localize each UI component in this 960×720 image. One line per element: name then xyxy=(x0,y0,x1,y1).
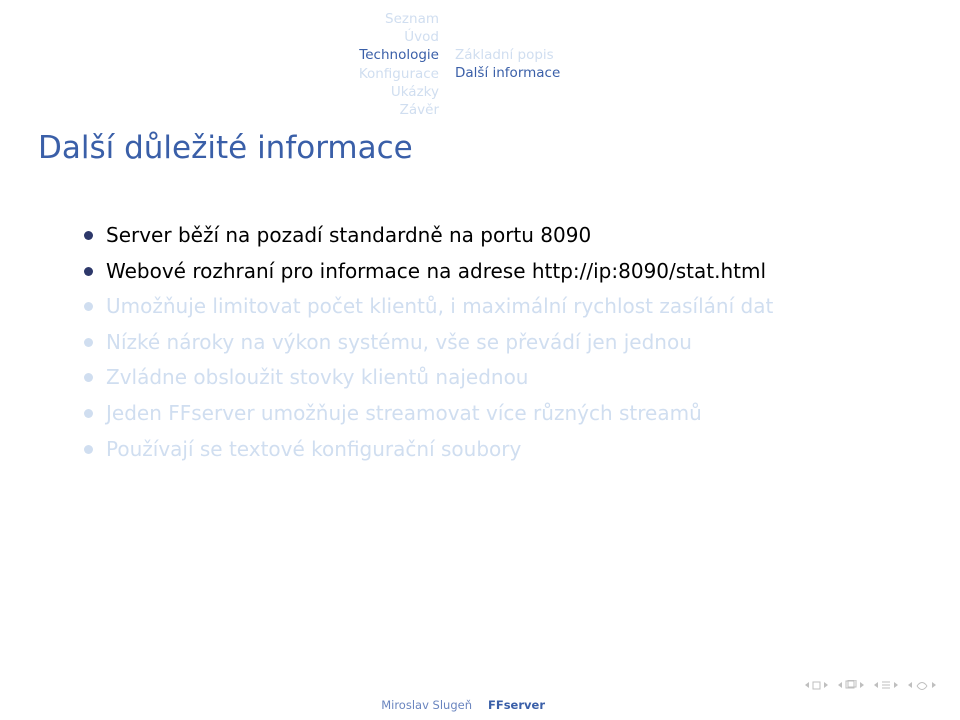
slide-nav-controls xyxy=(805,680,936,690)
nav-sections: Seznam Úvod Technologie Konfigurace Ukáz… xyxy=(0,10,960,130)
nav-prev-subsection-button[interactable] xyxy=(838,680,864,690)
bullet-text: Webové rozhraní pro informace na adrese … xyxy=(106,259,766,283)
triangle-left-icon xyxy=(908,682,912,688)
nav-right-column: Základní popis Další informace xyxy=(447,10,947,130)
bullet-item: Webové rozhraní pro informace na adrese … xyxy=(82,258,892,286)
bullet-icon xyxy=(84,302,93,311)
triangle-left-icon xyxy=(874,682,878,688)
nav-subitem-zakladni-popis[interactable]: Základní popis xyxy=(455,46,554,64)
doc-icon xyxy=(845,680,857,690)
slide: Seznam Úvod Technologie Konfigurace Ukáz… xyxy=(0,0,960,720)
bullet-icon xyxy=(84,373,93,382)
triangle-right-icon xyxy=(860,682,864,688)
nav-item-zaver[interactable]: Závěr xyxy=(400,101,439,119)
bullet-item: Zvládne obsloužit stovky klientů najedno… xyxy=(82,364,892,392)
bullet-icon xyxy=(84,409,93,418)
nav-item-seznam[interactable]: Seznam xyxy=(385,10,439,28)
bullet-text: Používají se textové konfigurační soubor… xyxy=(106,437,521,461)
triangle-right-icon xyxy=(894,682,898,688)
bullet-list: Server běží na pozadí standardně na port… xyxy=(82,222,892,463)
bullet-item: Server běží na pozadí standardně na port… xyxy=(82,222,892,250)
bullet-icon xyxy=(84,338,93,347)
bullet-item: Umožňuje limitovat počet klientů, i maxi… xyxy=(82,293,892,321)
footer-title: FFserver xyxy=(480,690,960,720)
bullet-text: Nízké nároky na výkon systému, vše se př… xyxy=(106,330,692,354)
slide-body: Server běží na pozadí standardně na port… xyxy=(82,222,892,471)
bullet-text: Zvládne obsloužit stovky klientů najedno… xyxy=(106,365,528,389)
nav-back-forward-button[interactable] xyxy=(908,680,936,690)
bullet-icon xyxy=(84,445,93,454)
nav-subitem-dalsi-informace[interactable]: Další informace xyxy=(455,64,560,82)
bullet-text: Jeden FFserver umožňuje streamovat více … xyxy=(106,401,702,425)
nav-prev-section-button[interactable] xyxy=(874,680,898,690)
nav-item-ukazky[interactable]: Ukázky xyxy=(391,83,439,101)
bullet-icon xyxy=(84,267,93,276)
bullet-item: Používají se textové konfigurační soubor… xyxy=(82,436,892,464)
slide-header: Seznam Úvod Technologie Konfigurace Ukáz… xyxy=(0,0,960,162)
frame-title: Další důležité informace xyxy=(38,130,413,166)
bullet-text: Umožňuje limitovat počet klientů, i maxi… xyxy=(106,294,773,318)
nav-prev-slide-button[interactable] xyxy=(805,681,828,690)
nav-item-konfigurace[interactable]: Konfigurace xyxy=(359,65,439,83)
arrows-icon xyxy=(915,680,929,690)
nav-item-uvod[interactable]: Úvod xyxy=(404,28,439,46)
triangle-left-icon xyxy=(838,682,842,688)
triangle-right-icon xyxy=(824,682,828,688)
footer-author: Miroslav Slugeň xyxy=(0,690,480,720)
rect-icon xyxy=(812,681,821,690)
bullet-text: Server běží na pozadí standardně na port… xyxy=(106,223,591,247)
bullet-item: Nízké nároky na výkon systému, vše se př… xyxy=(82,329,892,357)
triangle-left-icon xyxy=(805,682,809,688)
bullet-item: Jeden FFserver umožňuje streamovat více … xyxy=(82,400,892,428)
nav-item-technologie[interactable]: Technologie xyxy=(359,46,439,64)
lines-icon xyxy=(881,680,891,690)
nav-left-column: Seznam Úvod Technologie Konfigurace Ukáz… xyxy=(0,10,447,130)
bullet-icon xyxy=(84,231,93,240)
triangle-right-icon xyxy=(932,682,936,688)
slide-footer: Miroslav Slugeň FFserver xyxy=(0,690,960,720)
